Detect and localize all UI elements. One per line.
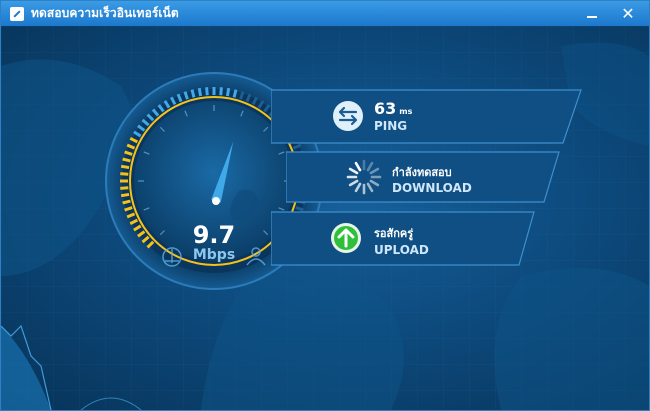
ping-readout: 63 ms <box>374 99 412 118</box>
spinner-segment <box>354 161 362 172</box>
minimize-button[interactable] <box>577 1 607 26</box>
gauge-tick <box>120 172 129 176</box>
minimize-icon <box>587 15 597 18</box>
ping-value: 63 <box>374 99 397 118</box>
app-icon <box>10 6 24 21</box>
spinner-segment <box>369 179 380 187</box>
window-title: ทดสอบความเร็วอินเทอร์เน็ต <box>31 6 179 20</box>
gauge-tick <box>190 89 196 98</box>
download-panel: กำลังทดสอบ DOWNLOAD <box>286 151 561 203</box>
gauge-tick <box>120 192 130 198</box>
gauge-tick <box>205 87 209 96</box>
gauge-tick <box>219 87 223 96</box>
spinner-segment <box>348 179 359 187</box>
upload-panel: รอสักครู่ UPLOAD <box>271 211 536 266</box>
loading-spinner-icon <box>346 159 382 195</box>
close-icon: ✕ <box>621 4 635 23</box>
gauge-tick <box>120 186 129 190</box>
spinner-segment <box>366 161 374 172</box>
spinner-segment <box>366 182 374 193</box>
ping-unit: ms <box>399 107 413 116</box>
ping-label: PING <box>374 119 408 133</box>
up-arrow-icon <box>331 223 361 253</box>
gauge-needle-hub <box>212 197 220 205</box>
download-label: DOWNLOAD <box>392 181 472 195</box>
spinner-segment <box>348 167 359 175</box>
spinner-segment <box>354 182 362 193</box>
app-window: ทดสอบความเร็วอินเทอร์เน็ต ✕ 9.7 Mbps 63 … <box>0 0 650 411</box>
spinner-segment <box>369 167 380 175</box>
upload-status: รอสักครู่ <box>374 227 414 240</box>
close-button[interactable]: ✕ <box>613 1 643 26</box>
download-status: กำลังทดสอบ <box>392 166 452 179</box>
gauge-tick <box>197 87 203 97</box>
speed-value: 9.7 <box>192 221 236 249</box>
gauge-tick <box>232 89 238 98</box>
arrows-exchange-icon <box>333 101 363 131</box>
gauge-tick <box>122 157 131 163</box>
ping-panel-bg <box>271 89 582 144</box>
ping-panel: 63 ms PING <box>271 89 583 144</box>
gauge-tick <box>122 199 131 205</box>
speedtest-panel: 9.7 Mbps 63 ms PING กำลังทดสอบ DOWNLOAD … <box>1 26 649 410</box>
speed-unit: Mbps <box>192 247 236 263</box>
title-bar[interactable]: ทดสอบความเร็วอินเทอร์เน็ต ✕ <box>1 1 649 26</box>
upload-label: UPLOAD <box>374 243 429 257</box>
gauge-tick <box>225 87 231 97</box>
gauge-tick <box>120 164 130 170</box>
